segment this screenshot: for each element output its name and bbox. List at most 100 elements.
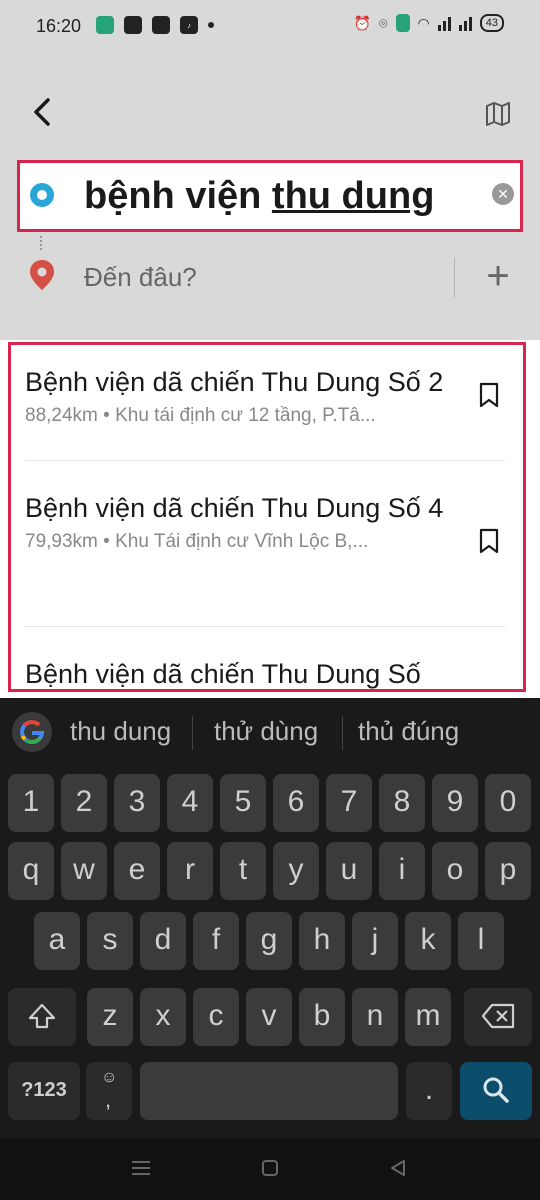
key-j[interactable]: j	[352, 912, 398, 970]
back-arrow-icon[interactable]	[26, 94, 62, 130]
key-3[interactable]: 3	[114, 774, 160, 832]
system-icons: ⏰ ⌾ ◠ 43	[354, 14, 504, 32]
key-u[interactable]: u	[326, 842, 372, 900]
key-0[interactable]: 0	[485, 774, 531, 832]
tiktok-icon: ♪	[180, 16, 198, 34]
key-h[interactable]: h	[299, 912, 345, 970]
suggestion-2[interactable]: thử dùng	[214, 716, 318, 747]
period-key[interactable]: .	[406, 1062, 452, 1120]
query-part-1: bệnh viện	[84, 175, 272, 217]
key-q[interactable]: q	[8, 842, 54, 900]
key-z[interactable]: z	[87, 988, 133, 1046]
result-item[interactable]: Bệnh viện dã chiến Thu Dung Số 2 88,24km…	[25, 345, 505, 461]
add-stop-button[interactable]: +	[480, 256, 516, 296]
key-a[interactable]: a	[34, 912, 80, 970]
key-n[interactable]: n	[352, 988, 398, 1046]
result-item[interactable]: Bệnh viện dã chiến Thu Dung Số 4 79,93km…	[25, 461, 505, 627]
suggestion-1[interactable]: thu dung	[70, 716, 171, 747]
key-c[interactable]: c	[193, 988, 239, 1046]
news-notification-icon	[152, 16, 170, 34]
key-o[interactable]: o	[432, 842, 478, 900]
suggestion-bar: thu dung thử dùng thủ đúng	[0, 698, 540, 768]
key-i[interactable]: i	[379, 842, 425, 900]
search-key[interactable]	[460, 1062, 532, 1120]
result-distance: 79,93km	[25, 531, 98, 552]
divider	[192, 716, 193, 750]
divider	[454, 258, 455, 298]
battery-indicator: 43	[479, 14, 504, 32]
key-2[interactable]: 2	[61, 774, 107, 832]
keyboard: thu dung thử dùng thủ đúng 1 2 3 4 5 6 7…	[0, 698, 540, 1200]
more-notifications-icon	[208, 22, 214, 28]
query-part-2: thu dung	[271, 175, 435, 217]
origin-dot-icon	[30, 183, 54, 207]
search-results-list: Bệnh viện dã chiến Thu Dung Số 2 88,24km…	[8, 342, 526, 692]
symbols-key[interactable]: ?123	[8, 1062, 80, 1120]
shift-key[interactable]	[8, 988, 76, 1046]
key-7[interactable]: 7	[326, 774, 372, 832]
key-m[interactable]: m	[405, 988, 451, 1046]
result-subtitle: 79,93km • Khu Tái định cư Vĩnh Lộc B,...	[25, 531, 455, 553]
key-6[interactable]: 6	[273, 774, 319, 832]
result-title: Bệnh viện dã chiến Thu Dung Số 4	[25, 493, 444, 523]
key-d[interactable]: d	[140, 912, 186, 970]
system-navigation-bar	[0, 1138, 540, 1200]
key-v[interactable]: v	[246, 988, 292, 1046]
result-item[interactable]: Bệnh viện dã chiến Thu Dung Số	[25, 627, 505, 689]
result-distance: 88,24km	[25, 405, 98, 426]
search-query-text[interactable]: bệnh viện thu dung	[84, 175, 434, 218]
location-pin-icon	[30, 260, 54, 290]
separator-dot: •	[103, 405, 110, 426]
key-f[interactable]: f	[193, 912, 239, 970]
key-e[interactable]: e	[114, 842, 160, 900]
signal-icon-2	[458, 15, 472, 31]
recent-apps-icon[interactable]	[130, 1158, 152, 1178]
key-r[interactable]: r	[167, 842, 213, 900]
result-title: Bệnh viện dã chiến Thu Dung Số 2	[25, 367, 444, 397]
key-t[interactable]: t	[220, 842, 266, 900]
wifi-icon: ◠	[417, 14, 430, 31]
backspace-key[interactable]	[464, 988, 532, 1046]
key-w[interactable]: w	[61, 842, 107, 900]
shield-icon	[395, 14, 410, 32]
key-k[interactable]: k	[405, 912, 451, 970]
separator-dot: •	[103, 531, 110, 552]
key-8[interactable]: 8	[379, 774, 425, 832]
divider	[342, 716, 343, 750]
key-l[interactable]: l	[458, 912, 504, 970]
search-icon	[483, 1077, 509, 1103]
bookmark-icon[interactable]	[477, 527, 501, 555]
comma-label: ,	[105, 1087, 112, 1112]
status-bar: 16:20 ♪ ⏰ ⌾ ◠ 43	[0, 0, 540, 54]
key-y[interactable]: y	[273, 842, 319, 900]
app-top-area: 16:20 ♪ ⏰ ⌾ ◠ 43 bệnh viện thu dung ✕ Đế…	[0, 0, 540, 340]
back-nav-icon[interactable]	[388, 1158, 408, 1178]
key-s[interactable]: s	[87, 912, 133, 970]
key-p[interactable]: p	[485, 842, 531, 900]
origin-search-field[interactable]: bệnh viện thu dung ✕	[17, 160, 523, 232]
destination-input[interactable]: Đến đâu?	[84, 262, 197, 293]
key-9[interactable]: 9	[432, 774, 478, 832]
location-icon: ⌾	[379, 14, 388, 31]
key-x[interactable]: x	[140, 988, 186, 1046]
key-g[interactable]: g	[246, 912, 292, 970]
key-5[interactable]: 5	[220, 774, 266, 832]
result-address: Khu Tái định cư Vĩnh Lộc B,...	[115, 531, 369, 552]
destination-row[interactable]: Đến đâu? +	[0, 246, 540, 310]
alarm-icon: ⏰	[353, 14, 372, 31]
clear-icon[interactable]: ✕	[492, 183, 514, 205]
google-icon[interactable]	[12, 712, 52, 752]
emoji-comma-key[interactable]: ☺ ,	[86, 1062, 132, 1120]
key-b[interactable]: b	[299, 988, 345, 1046]
app-notification-icon	[96, 16, 114, 34]
home-icon[interactable]	[260, 1158, 280, 1178]
key-4[interactable]: 4	[167, 774, 213, 832]
bookmark-icon[interactable]	[477, 381, 501, 409]
result-title: Bệnh viện dã chiến Thu Dung Số	[25, 659, 421, 689]
suggestion-3[interactable]: thủ đúng	[358, 716, 459, 747]
backspace-icon	[481, 1003, 515, 1029]
key-1[interactable]: 1	[8, 774, 54, 832]
space-key[interactable]	[140, 1062, 398, 1120]
result-address: Khu tái định cư 12 tầng, P.Tâ...	[115, 405, 376, 426]
map-icon[interactable]	[484, 100, 512, 128]
